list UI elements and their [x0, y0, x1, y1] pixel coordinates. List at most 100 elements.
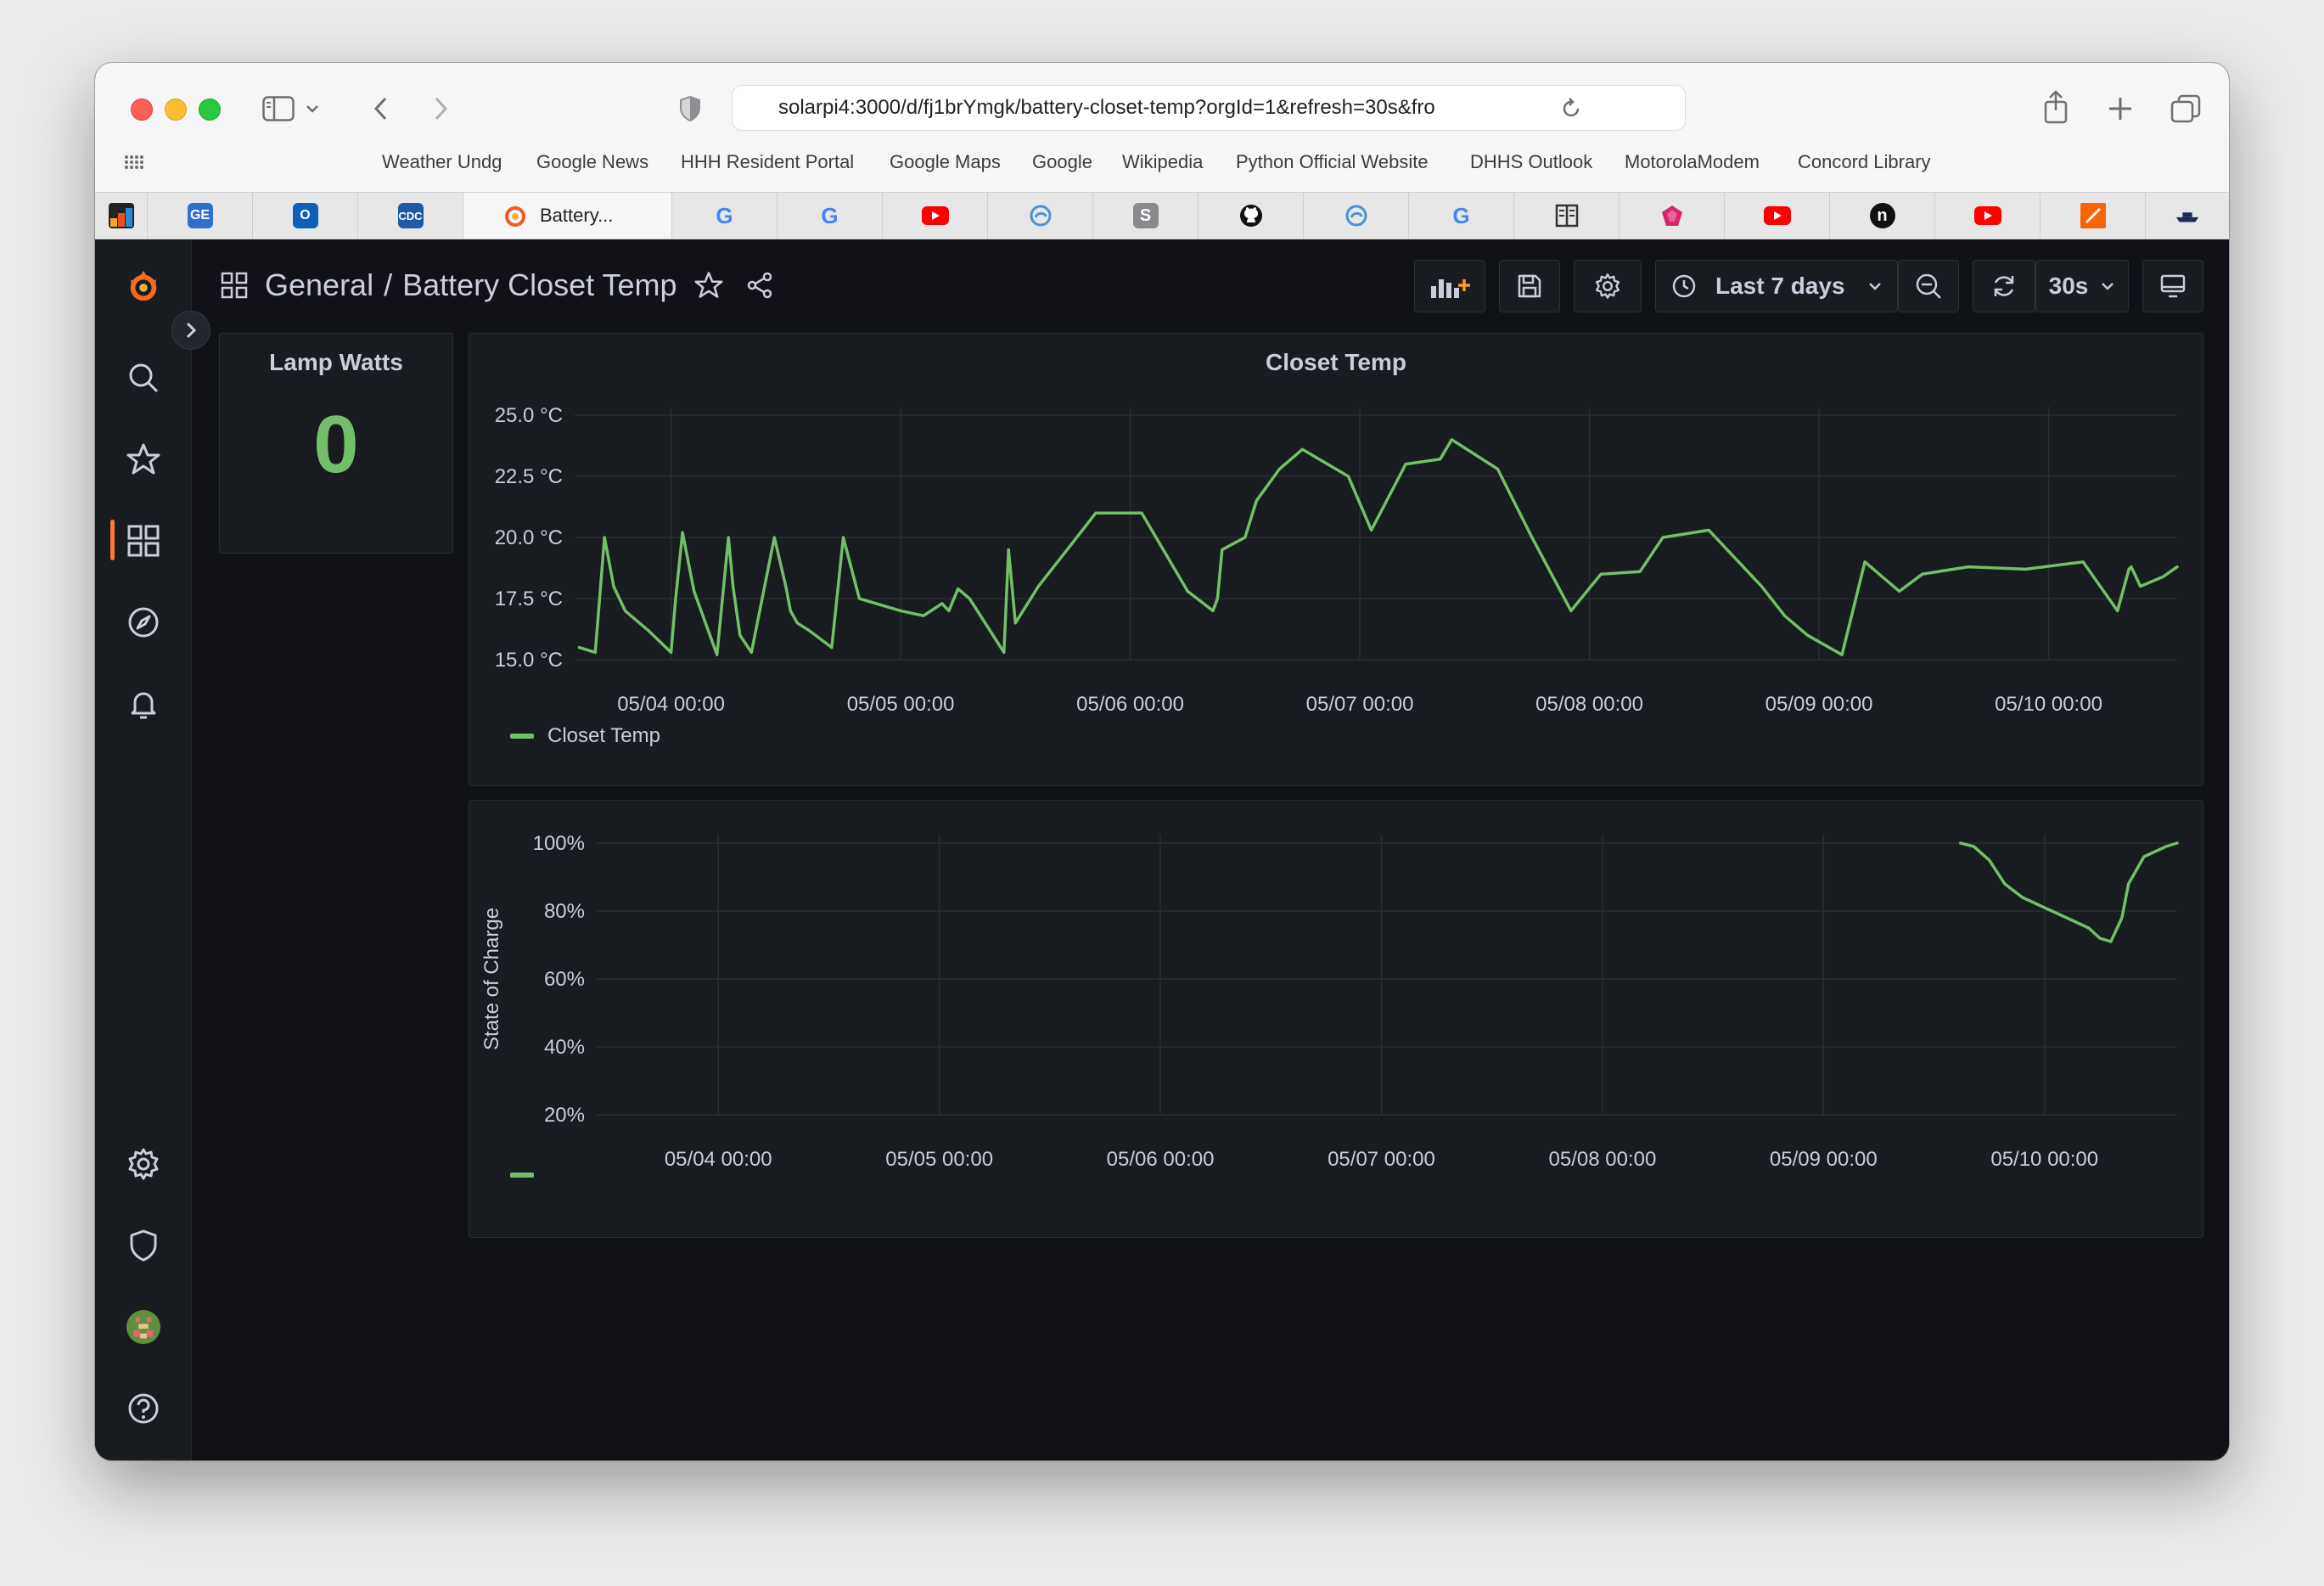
bookmark-motorola-modem[interactable]: MotorolaModem [1625, 151, 1760, 173]
browser-window: solarpi4:3000/d/fj1brYmgk/battery-closet… [95, 63, 2229, 1460]
gear-icon [1596, 273, 1620, 299]
refresh-interval-picker[interactable]: 30s [2035, 260, 2129, 312]
tab-boat[interactable] [2146, 193, 2229, 239]
apps-grid-icon[interactable] [121, 151, 146, 173]
tab-overview-icon[interactable] [2168, 92, 2203, 126]
youtube-icon [1973, 206, 2001, 225]
wu-icon [108, 203, 134, 228]
refresh-button[interactable] [1973, 260, 2035, 312]
dashboard-toolbar: Last 7 days 30s [95, 260, 2229, 312]
tab-s[interactable]: S [1093, 193, 1198, 239]
side-navigation [95, 239, 211, 1460]
bookmark-dhhs-outlook[interactable]: DHHS Outlook [1470, 151, 1592, 173]
y-tick-label: 100% [533, 832, 585, 855]
nav-active-indicator [110, 520, 115, 560]
x-tick-label: 05/05 00:00 [885, 1148, 993, 1171]
tab-edge-1[interactable] [988, 193, 1093, 239]
time-range-picker[interactable]: Last 7 days [1655, 260, 1898, 312]
bookmark-wikipedia[interactable]: Wikipedia [1122, 151, 1203, 173]
tab-google-1[interactable]: G [672, 193, 777, 239]
expand-menu-button[interactable] [171, 311, 211, 350]
reload-icon[interactable] [1558, 95, 1584, 121]
y-tick-label: 15.0 °C [495, 649, 563, 672]
gear-icon[interactable] [126, 1146, 161, 1182]
panel-title: Lamp Watts [269, 349, 403, 375]
privacy-shield-icon[interactable] [677, 92, 703, 126]
tab-github[interactable] [1198, 193, 1304, 239]
legend-label: Closet Temp [547, 724, 660, 747]
bookmark-concord-library[interactable]: Concord Library [1798, 151, 1931, 173]
zoom-out-button[interactable] [1898, 260, 1959, 312]
search-icon[interactable] [126, 360, 161, 396]
tab-youtube-3[interactable] [1935, 193, 2041, 239]
forward-arrow-icon[interactable] [428, 92, 453, 126]
new-tab-plus-icon[interactable] [2103, 92, 2137, 126]
clock-icon [1672, 274, 1696, 298]
chevron-down-icon[interactable] [304, 98, 321, 119]
series-line-1 [1959, 841, 2179, 943]
tab-google-2[interactable]: G [777, 193, 883, 239]
y-tick-label: 20.0 °C [495, 526, 563, 549]
tab-edge-2[interactable] [1304, 193, 1409, 239]
time-range-label: Last 7 days [1715, 273, 1845, 299]
tab-outlook[interactable]: O [253, 193, 358, 239]
edge-icon [1344, 203, 1369, 228]
edge-icon [1028, 203, 1053, 228]
alerting-bell-icon[interactable] [126, 686, 161, 722]
tab-google-3[interactable]: G [1409, 193, 1514, 239]
back-arrow-icon[interactable] [368, 92, 394, 126]
tab-youtube-2[interactable] [1725, 193, 1830, 239]
tab-ge[interactable]: GE [148, 193, 253, 239]
bookmark-python-official-website[interactable]: Python Official Website [1236, 151, 1429, 173]
x-tick-label: 05/06 00:00 [1107, 1148, 1215, 1171]
bookmark-google-maps[interactable]: Google Maps [890, 151, 1001, 173]
close-window-button[interactable] [131, 98, 153, 121]
lamp-watts-panel[interactable]: Lamp Watts 0 [219, 333, 453, 554]
tab-gem[interactable] [1620, 193, 1725, 239]
x-tick-label: 05/09 00:00 [1765, 693, 1873, 716]
x-tick-label: 05/07 00:00 [1328, 1148, 1435, 1171]
y-tick-label: 60% [544, 968, 585, 991]
tab-weather-underground[interactable] [95, 193, 148, 239]
tab-n[interactable]: n [1830, 193, 1935, 239]
chevron-down-icon [1868, 283, 1881, 290]
star-icon[interactable] [126, 441, 161, 477]
sidebar-toggle-icon[interactable] [261, 93, 295, 124]
favorites-bar: Weather Undg Google News HHH Resident Po… [95, 144, 2229, 178]
address-bar[interactable]: solarpi4:3000/d/fj1brYmgk/battery-closet… [732, 85, 1686, 131]
dashboard-settings-button[interactable] [1574, 260, 1642, 312]
x-tick-label: 05/05 00:00 [847, 693, 955, 716]
share-icon[interactable] [2039, 88, 2073, 126]
help-icon[interactable] [126, 1391, 161, 1426]
boat-icon [2175, 203, 2200, 228]
closet-temp-panel[interactable]: Closet Temp 15.0 °C 17.5 °C 20.0 °C 22.5 °C… [469, 333, 2203, 786]
chart-legend[interactable]: Closet Temp [510, 724, 660, 748]
zoom-window-button[interactable] [199, 98, 221, 121]
bookmark-google-news[interactable]: Google News [536, 151, 648, 173]
bookmark-hhh-resident-portal[interactable]: HHH Resident Portal [681, 151, 854, 173]
tab-battery-closet-temp[interactable]: Battery... [463, 193, 672, 239]
url-text: solarpi4:3000/d/fj1brYmgk/battery-closet… [778, 96, 1435, 119]
tab-bar: GE O CDC Battery... G G S G n [95, 192, 2229, 239]
tab-cdc[interactable]: CDC [358, 193, 463, 239]
shield-icon[interactable] [126, 1228, 161, 1263]
grafana-icon [502, 203, 528, 228]
tab-youtube-1[interactable] [883, 193, 988, 239]
tv-mode-button[interactable] [2142, 260, 2203, 312]
bookmark-weather-undg[interactable]: Weather Undg [382, 151, 502, 173]
y-tick-label: 40% [544, 1036, 585, 1059]
avatar[interactable] [126, 1309, 161, 1345]
y-tick-label: 25.0 °C [495, 404, 563, 427]
minimize-window-button[interactable] [165, 98, 187, 121]
explore-compass-icon[interactable] [126, 605, 161, 640]
add-panel-button[interactable] [1414, 260, 1485, 312]
state-of-charge-panel[interactable]: 20% 40% 60% 80% 100% 05/04 00:00 05/05 00:00 05… [469, 800, 2203, 1238]
google-icon: G [1452, 202, 1470, 228]
tab-home-depot[interactable] [2041, 193, 2146, 239]
save-dashboard-button[interactable] [1499, 260, 1560, 312]
chart-legend[interactable] [510, 1173, 547, 1178]
tab-reader[interactable] [1514, 193, 1620, 239]
bookmark-google[interactable]: Google [1032, 151, 1092, 173]
x-tick-label: 05/06 00:00 [1076, 693, 1184, 716]
dashboards-icon[interactable] [126, 523, 161, 559]
